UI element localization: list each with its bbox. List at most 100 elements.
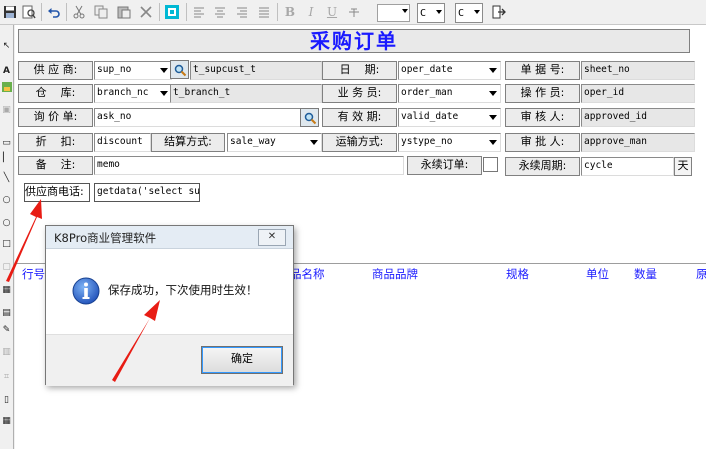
supplier-phone-field[interactable]: getdata('select su	[94, 183, 200, 202]
supplier-name-field[interactable]: t_supcust_t	[190, 61, 322, 80]
ok-button[interactable]: 确定	[201, 346, 283, 374]
operator-field[interactable]: oper_id	[581, 84, 695, 103]
grid-header-original[interactable]: 原	[696, 266, 706, 282]
diagonal-tool-icon[interactable]: ╲	[1, 173, 12, 184]
select-all-icon[interactable]	[163, 3, 181, 21]
color-combo-2-label: C	[458, 7, 465, 19]
line-tool-icon[interactable]: ▏	[1, 153, 12, 164]
settlement-label: 结算方式:	[151, 133, 225, 152]
link-tool-icon[interactable]: ⌗	[1, 372, 12, 383]
pen-tool-icon[interactable]: ✎	[1, 325, 12, 336]
delete-icon[interactable]	[137, 3, 155, 21]
transport-label: 运输方式:	[322, 133, 397, 152]
supplier-phone-label: 供应商电话:	[24, 183, 90, 202]
chevron-down-icon[interactable]	[486, 110, 499, 123]
sheet-no-field[interactable]: sheet_no	[581, 61, 695, 80]
grid-tool-icon[interactable]: ▥	[1, 347, 12, 358]
warehouse-field[interactable]: branch_nc	[94, 84, 172, 103]
grid-header-product-name[interactable]: 品名称	[290, 266, 325, 282]
perpetual-order-label: 永续订单:	[407, 156, 482, 175]
date-field[interactable]: oper_date	[398, 61, 501, 80]
chevron-down-icon[interactable]	[157, 86, 170, 99]
grid-header-row-no[interactable]: 行号	[22, 266, 45, 282]
supplier-label: 供 应 商:	[18, 61, 93, 80]
chevron-down-icon[interactable]	[157, 63, 170, 76]
grid-header-unit[interactable]: 单位	[586, 266, 609, 282]
grid-header-quantity[interactable]: 数量	[634, 266, 657, 282]
ellipse-tool-icon[interactable]: ○	[1, 195, 12, 206]
memo-field[interactable]: memo	[94, 156, 404, 175]
pointer-tool-icon[interactable]: ↖	[1, 41, 12, 52]
image-tool-icon[interactable]	[1, 82, 12, 93]
perpetual-order-checkbox[interactable]	[483, 157, 498, 172]
info-icon	[72, 277, 100, 305]
circle-tool-icon[interactable]: ○	[1, 218, 12, 229]
message-dialog: K8Pro商业管理软件 ✕ 保存成功，下次使用时生效！ 确定	[45, 225, 294, 386]
color-combo-1[interactable]: C	[417, 3, 445, 23]
frame-tool-icon[interactable]: ▣	[1, 105, 12, 116]
color-combo-2[interactable]: C	[455, 3, 483, 23]
supplier-field[interactable]: sup_no	[94, 61, 172, 80]
inquiry-field[interactable]: ask_no	[94, 108, 302, 127]
strikethrough-icon[interactable]	[345, 3, 363, 21]
salesman-field-value: order_man	[401, 87, 453, 98]
warehouse-field-value: branch_nc	[97, 87, 149, 98]
font-size-combo[interactable]	[377, 4, 410, 22]
form-title: 采购订单	[310, 29, 398, 53]
text-tool-icon[interactable]: A	[1, 66, 12, 77]
grid-header-brand[interactable]: 商品品牌	[372, 266, 418, 282]
justify-icon[interactable]	[255, 3, 273, 21]
dialog-titlebar[interactable]: K8Pro商业管理软件 ✕	[46, 226, 293, 249]
align-left-icon[interactable]	[190, 3, 208, 21]
chevron-down-icon[interactable]	[486, 63, 499, 76]
chart-tool-icon[interactable]: ▤	[1, 308, 12, 319]
memo-label: 备 注:	[18, 156, 93, 175]
approver-field[interactable]: approve_man	[581, 133, 695, 152]
day-unit-button[interactable]: 天	[674, 157, 692, 176]
search-icon[interactable]	[170, 60, 189, 79]
approver-label: 审 批 人:	[505, 133, 580, 152]
search-icon[interactable]	[300, 108, 319, 127]
exit-icon[interactable]	[490, 3, 508, 21]
underline-icon[interactable]: U	[323, 3, 341, 21]
close-icon[interactable]: ✕	[258, 229, 286, 246]
doc-tool-icon[interactable]: ▯	[1, 395, 12, 406]
align-center-icon[interactable]	[211, 3, 229, 21]
operator-label: 操 作 员:	[505, 84, 580, 103]
discount-field[interactable]: discount	[94, 133, 151, 152]
preview-icon[interactable]	[20, 3, 38, 21]
transport-field[interactable]: ystype_no	[398, 133, 501, 152]
save-icon[interactable]	[1, 3, 19, 21]
paste-icon[interactable]	[115, 3, 133, 21]
dialog-footer: 确定	[46, 334, 293, 386]
color-combo-1-label: C	[420, 7, 427, 19]
valid-period-label: 有 效 期:	[322, 108, 397, 127]
chevron-down-icon[interactable]	[486, 135, 499, 148]
copy-icon[interactable]	[92, 3, 110, 21]
calc-tool-icon[interactable]: ▦	[1, 416, 12, 427]
grid-header-spec[interactable]: 规格	[506, 266, 529, 282]
reviewer-field[interactable]: approved_id	[581, 108, 695, 127]
dialog-title: K8Pro商业管理软件	[54, 231, 157, 245]
table-tool-icon[interactable]: ▦	[1, 285, 12, 296]
undo-icon[interactable]	[45, 3, 63, 21]
chevron-down-icon[interactable]	[486, 86, 499, 99]
cut-icon[interactable]	[70, 3, 88, 21]
tool-palette: ↖ A ▣ ▭ ▏ ╲ ○ ○ □ ▢ ▦ ▤ ✎ ▥ ⌗ ▯ ▦	[0, 25, 14, 449]
italic-icon[interactable]: I	[302, 3, 320, 21]
date-field-value: oper_date	[401, 64, 453, 75]
warehouse-name-field[interactable]: t_branch_t	[170, 84, 322, 103]
bold-icon[interactable]: B	[281, 3, 299, 21]
date-label: 日 期:	[322, 61, 397, 80]
discount-label: 折 扣:	[18, 133, 93, 152]
perpetual-cycle-field[interactable]: cycle	[581, 157, 674, 176]
align-right-icon[interactable]	[233, 3, 251, 21]
salesman-field[interactable]: order_man	[398, 84, 501, 103]
rect-tool-icon[interactable]: □	[1, 239, 12, 250]
settlement-field[interactable]: sale_way	[227, 133, 322, 152]
valid-period-field[interactable]: valid_date	[398, 108, 501, 127]
chevron-down-icon[interactable]	[307, 135, 320, 148]
toolbar: B I U C C	[0, 0, 706, 25]
rounded-rect-tool-icon[interactable]: ▢	[1, 262, 12, 273]
field-tool-icon[interactable]: ▭	[1, 138, 12, 149]
